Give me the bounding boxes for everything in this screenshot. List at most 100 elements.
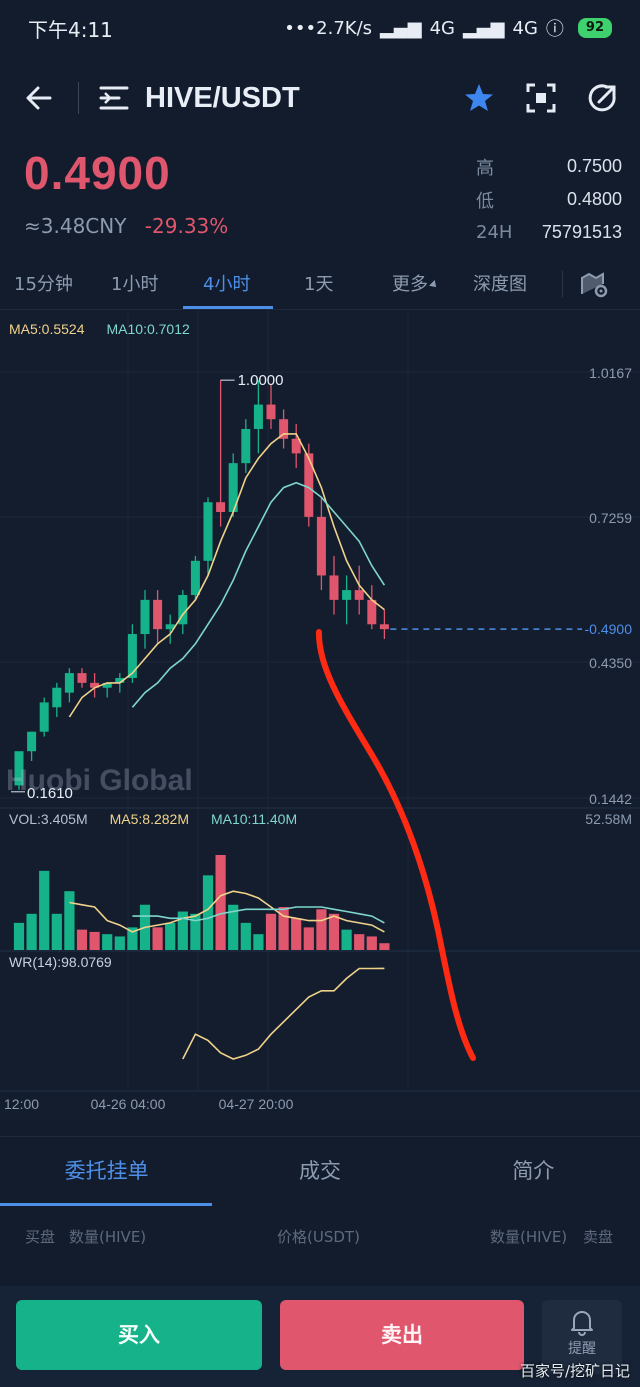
stat-high: 高 0.7500	[476, 150, 622, 183]
volume-bar	[114, 936, 125, 950]
stat-low: 低 0.4800	[476, 183, 622, 216]
volume-bar	[240, 922, 251, 950]
volume-bar	[253, 934, 264, 950]
kline-chart[interactable]: 1.01670.72590.43500.1442-0.49001.00000.1…	[0, 310, 640, 1120]
sell-button[interactable]: 卖出	[280, 1300, 524, 1370]
candle-body	[216, 502, 226, 512]
ask-header: 卖盘	[583, 1228, 614, 1246]
candle-body	[27, 731, 37, 752]
favorite-star-icon[interactable]	[462, 81, 496, 115]
volume-bar	[341, 929, 352, 950]
candle-body	[64, 673, 74, 693]
signal-label-2: 4G	[512, 17, 538, 39]
vol-ma5-label: MA5:8.282M	[109, 811, 189, 827]
candle-body	[304, 453, 314, 517]
pair-menu-icon[interactable]	[97, 81, 131, 115]
volume-bar	[152, 927, 163, 950]
y-tick-label: 0.1442	[589, 791, 632, 807]
tab-active-underline	[183, 306, 273, 309]
vol-label: VOL:3.405M	[9, 811, 88, 827]
candle-body	[77, 673, 87, 683]
last-price: 0.4900	[24, 147, 171, 199]
signal-icon: ▂▄▆	[380, 17, 422, 39]
tab-more-label: 更多	[392, 274, 428, 295]
candle-body	[241, 428, 251, 464]
y-tick-label: 1.0167	[589, 365, 632, 381]
candle-body	[342, 590, 352, 600]
volume-bar	[303, 927, 314, 950]
volume-bar	[202, 875, 214, 950]
ask-qty-header: 数量(HIVE)	[490, 1228, 568, 1246]
tab-order-book[interactable]: 委托挂单	[0, 1137, 213, 1206]
candle-body	[367, 599, 377, 625]
stat-label: 低	[476, 190, 494, 212]
volume-bar	[102, 934, 113, 950]
candle-body	[140, 599, 150, 635]
volume-bar	[13, 922, 25, 950]
chart-background	[0, 310, 640, 1120]
share-icon[interactable]	[586, 81, 620, 115]
stat-label: 高	[476, 157, 494, 179]
volume-bar	[291, 918, 302, 950]
price-sub: ≈3.48CNY -29.33%	[24, 214, 228, 238]
vol-ma10-label: MA10:11.40M	[210, 811, 298, 827]
tab-1h[interactable]: 1小时	[111, 270, 158, 296]
volume-bar	[265, 913, 277, 950]
charging-icon: ⓘ	[545, 19, 564, 40]
cny-price: ≈3.48CNY	[24, 214, 127, 238]
source-credit: 百家号/挖矿日记	[519, 1362, 630, 1380]
ma10-label: MA10:0.7012	[106, 321, 190, 337]
watermark-logo: Huobi Global	[6, 764, 193, 797]
chart-settings-icon[interactable]	[580, 270, 608, 298]
dropdown-triangle-icon	[429, 280, 439, 290]
candle-body	[153, 599, 163, 630]
bell-icon	[568, 1308, 596, 1336]
volume-bar	[89, 931, 100, 950]
tab-trades[interactable]: 成交	[213, 1137, 426, 1206]
candle-body	[253, 404, 263, 429]
current-price-label: -0.4900	[585, 621, 633, 637]
pair-title[interactable]: HIVE/USDT	[145, 82, 300, 115]
header-divider	[78, 82, 79, 114]
volume-max-label: 52.58M	[585, 811, 632, 827]
price-block: 0.4900 ≈3.48CNY -29.33%	[24, 146, 228, 238]
tab-intro[interactable]: 简介	[427, 1137, 640, 1206]
y-tick-label: 0.7259	[589, 510, 632, 526]
buy-button[interactable]: 买入	[16, 1300, 262, 1370]
ma-legend: MA5:0.5524 MA10:0.7012	[9, 321, 190, 337]
bid-qty-header: 数量(HIVE)	[69, 1228, 147, 1246]
tab-1d[interactable]: 1天	[304, 270, 333, 296]
remind-label: 提醒	[568, 1341, 596, 1357]
volume-bar	[366, 936, 377, 950]
ma5-label: MA5:0.5524	[9, 321, 85, 337]
price-header: 价格(USDT)	[277, 1228, 360, 1246]
volume-bar	[354, 934, 365, 950]
volume-bar	[379, 943, 390, 950]
candle-body	[379, 624, 389, 630]
network-speed: •••2.7K/s	[284, 17, 373, 39]
wr-label: WR(14):98.0769	[9, 954, 112, 970]
volume-bar	[316, 909, 327, 950]
volume-bar	[26, 913, 37, 950]
back-arrow-icon[interactable]	[20, 78, 60, 118]
tab-15m[interactable]: 15分钟	[14, 270, 73, 296]
volume-bar	[328, 913, 340, 950]
status-bar: 下午4:11 •••2.7K/s ▂▄▆ 4G ▂▄▆ 4G ⓘ 92	[0, 0, 640, 56]
candle-body	[266, 404, 276, 420]
tab-depth[interactable]: 深度图	[473, 270, 527, 296]
candle-body	[316, 516, 326, 576]
tab-4h[interactable]: 4小时	[203, 270, 250, 296]
volume-bar	[64, 891, 75, 950]
signal-label-1: 4G	[429, 17, 455, 39]
ticker-stats: 高 0.7500 低 0.4800 24H 75791513	[476, 150, 622, 249]
bid-header: 买盘	[25, 1228, 56, 1246]
fullscreen-icon[interactable]	[524, 81, 558, 115]
candle-body	[354, 590, 364, 600]
stat-volume: 24H 75791513	[476, 216, 622, 249]
volume-bar	[76, 929, 88, 950]
candle-body	[190, 560, 200, 595]
tab-more[interactable]: 更多	[392, 270, 439, 296]
signal-icon: ▂▄▆	[462, 17, 505, 39]
stat-value: 0.7500	[566, 156, 622, 176]
interval-tabs: 15分钟 1小时 4小时 1天 更多 深度图	[0, 258, 640, 310]
